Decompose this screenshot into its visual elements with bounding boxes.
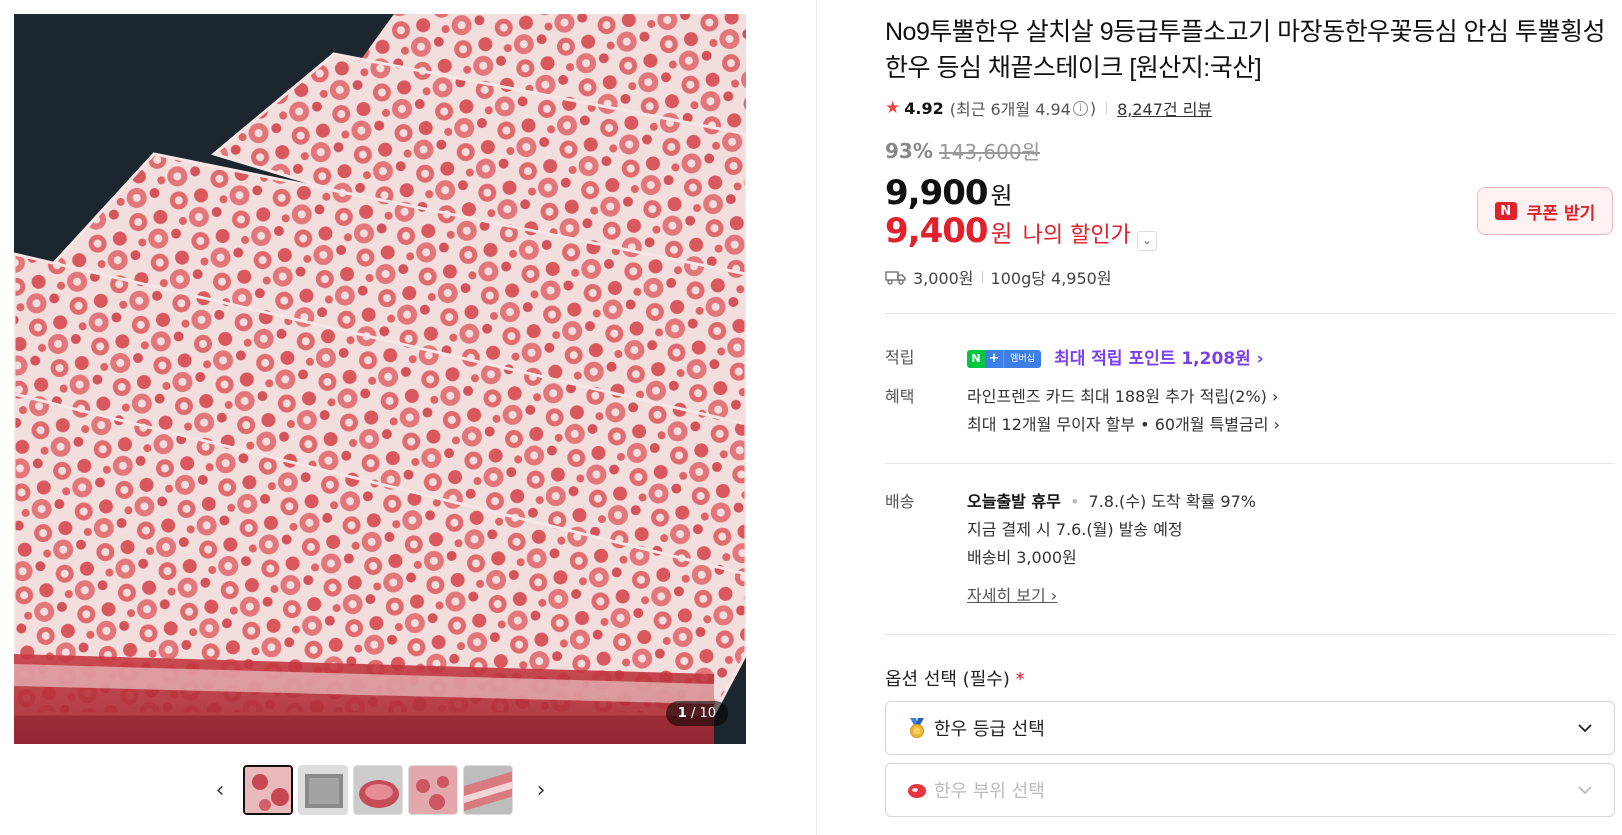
image-counter: 1 / 10	[665, 701, 728, 726]
divider	[885, 313, 1615, 314]
points-section: 적립 N + 멤버십 최대 적립 포인트 1,208원 ›	[885, 341, 1615, 371]
divider	[885, 634, 1615, 635]
rating-row: ★ 4.92 (최근 6개월 4.94 i ) 8,247건 리뷰	[885, 96, 1615, 120]
unit-price: 100g당 4,950원	[990, 269, 1112, 288]
chevron-down-icon	[1578, 786, 1592, 795]
star-icon: ★	[885, 98, 901, 118]
naver-membership-badge: N + 멤버십	[967, 350, 1041, 368]
chevron-right-icon[interactable]: ›	[526, 764, 556, 816]
review-count-link[interactable]: 8,247건 리뷰	[1117, 96, 1212, 120]
delivery-label: 배송	[885, 492, 915, 511]
chevron-down-icon	[1578, 724, 1592, 733]
delivery-status: 오늘출발 휴무	[967, 492, 1061, 511]
thumbnail-strip: ‹ ›	[205, 764, 556, 816]
recent-rating: (최근 6개월 4.94	[949, 100, 1071, 119]
thumbnail-2[interactable]	[298, 765, 348, 815]
discount-rate: 93%	[885, 138, 933, 163]
column-divider	[816, 0, 817, 835]
chevron-left-icon[interactable]: ‹	[205, 764, 235, 816]
counter-total: / 10	[690, 706, 716, 721]
benefit-card-link[interactable]: 라인프렌즈 카드 최대 188원 추가 적립(2%) ›	[967, 383, 1615, 411]
sale-price-unit: 원	[990, 182, 1013, 210]
medal-icon	[910, 718, 924, 738]
thumbnail-3[interactable]	[353, 765, 403, 815]
badge-n: N	[967, 350, 985, 368]
product-title: No9투뿔한우 살치살 9등급투플소고기 마장동한우꽃등심 안심 투뿔횡성한우 …	[885, 18, 1606, 82]
discount-row: 93% 143,600원	[885, 136, 1615, 165]
thumbnail-1[interactable]	[243, 765, 293, 815]
benefit-label: 혜택	[885, 387, 915, 406]
points-body[interactable]: N + 멤버십 최대 적립 포인트 1,208원 ›	[967, 344, 1615, 369]
rating-value: 4.92	[904, 98, 944, 118]
my-discount-price: 9,400	[885, 211, 989, 251]
grade-select[interactable]: 한우 등급 선택	[885, 701, 1615, 755]
benefit-installment-link[interactable]: 최대 12개월 무이자 할부 • 60개월 특별금리 ›	[967, 411, 1615, 439]
option-label-row: 옵션 선택 (필수) *	[885, 665, 1615, 691]
delivery-arrival: 7.8.(수) 도착 확률 97%	[1088, 492, 1256, 511]
required-mark: *	[1015, 669, 1025, 690]
delivery-status-row: 오늘출발 휴무 • 7.8.(수) 도착 확률 97%	[967, 488, 1615, 516]
delivery-section: 배송 오늘출발 휴무 • 7.8.(수) 도착 확률 97% 지금 결제 시 7…	[885, 488, 1615, 610]
recent-rating-close: )	[1089, 98, 1097, 118]
divider	[885, 463, 1615, 464]
main-product-image[interactable]: 1 / 10	[14, 14, 746, 744]
benefit-section: 혜택 라인프렌즈 카드 최대 188원 추가 적립(2%) › 최대 12개월 …	[885, 383, 1615, 439]
option-label: 옵션 선택 (필수)	[885, 669, 1010, 690]
shipping-fee: 3,000원	[913, 269, 974, 288]
my-price-label: 나의 할인가	[1022, 223, 1131, 248]
detail-link[interactable]: 자세히 보기 ›	[967, 582, 1057, 610]
coupon-button[interactable]: N 쿠폰 받기	[1477, 187, 1613, 235]
part-select[interactable]: 한우 부위 선택	[885, 763, 1615, 817]
sale-price: 9,900	[885, 173, 989, 213]
my-price-unit: 원	[990, 220, 1013, 248]
shipping-summary: 3,000원 100g당 4,950원	[885, 265, 1615, 289]
delivery-fee: 배송비 3,000원	[967, 548, 1077, 567]
product-info: No9투뿔한우 살치살 9등급투플소고기 마장동한우꽃등심 안심 투뿔횡성한우 …	[885, 14, 1615, 817]
naver-n-icon: N	[1494, 202, 1517, 220]
separator	[1106, 102, 1108, 114]
max-points-link[interactable]: 최대 적립 포인트 1,208원 ›	[1054, 349, 1264, 369]
thumbnail-5[interactable]	[463, 765, 513, 815]
grade-select-label: 한우 등급 선택	[934, 719, 1045, 740]
counter-current: 1	[677, 706, 687, 721]
coupon-label: 쿠폰 받기	[1526, 203, 1596, 224]
badge-membership: 멤버십	[1003, 350, 1041, 368]
delivery-dispatch: 지금 결제 시 7.6.(월) 발송 예정	[967, 520, 1183, 539]
points-label: 적립	[885, 348, 915, 367]
original-price: 143,600원	[938, 140, 1040, 164]
separator	[981, 271, 983, 283]
truck-icon	[885, 271, 906, 285]
badge-plus: +	[985, 350, 1003, 368]
marbled-beef-image	[14, 14, 746, 744]
steak-icon	[908, 784, 926, 798]
info-icon[interactable]: i	[1072, 100, 1088, 116]
dot-separator: •	[1069, 492, 1080, 511]
thumbnail-4[interactable]	[408, 765, 458, 815]
part-select-label: 한우 부위 선택	[934, 781, 1045, 802]
chevron-down-icon[interactable]: ⌄	[1136, 230, 1157, 251]
